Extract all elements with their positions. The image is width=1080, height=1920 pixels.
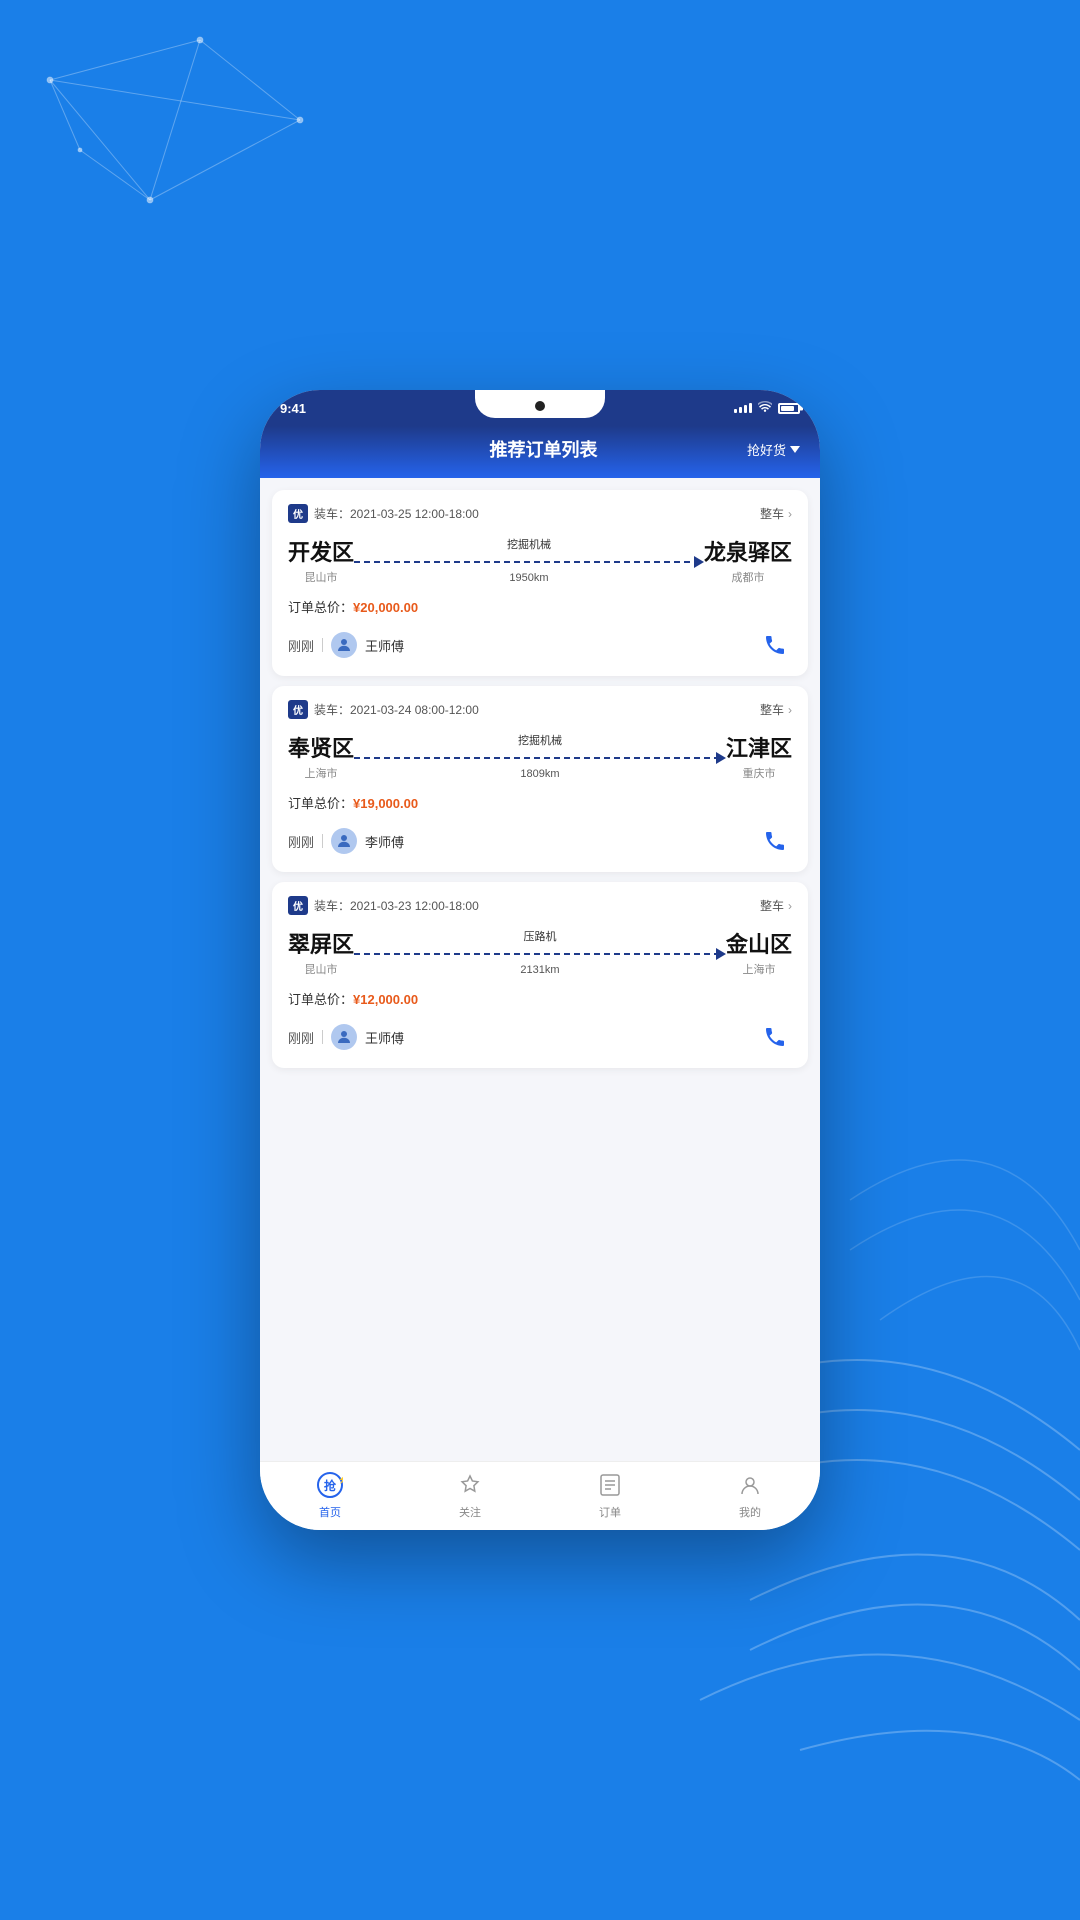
- wifi-icon: [758, 401, 772, 415]
- order-card[interactable]: 优 装车：2021-03-23 12:00-18:00 整车 › 翠屏区 昆山市…: [272, 882, 808, 1068]
- order-list[interactable]: 优 装车：2021-03-25 12:00-18:00 整车 › 开发区 昆山市…: [260, 478, 820, 1461]
- route-middle: 挖掘机械 1950km: [354, 536, 704, 584]
- order-card[interactable]: 优 装车：2021-03-24 08:00-12:00 整车 › 奉贤区 上海市…: [272, 686, 808, 872]
- route-section: 开发区 昆山市 挖掘机械 1950km 龙泉驿区 成都市: [288, 535, 792, 585]
- page-title: 推荐订单列表: [340, 436, 747, 462]
- nav-label-follow: 关注: [459, 1504, 481, 1520]
- nav-item-follow[interactable]: 关注: [400, 1470, 540, 1520]
- from-city: 开发区 昆山市: [288, 535, 354, 585]
- bottom-nav: 抢 ⚡ 首页 关注: [260, 1461, 820, 1530]
- driver-avatar: [331, 632, 357, 658]
- status-bar: 9:41: [260, 390, 820, 426]
- svg-text:抢: 抢: [324, 1478, 337, 1493]
- call-button[interactable]: [758, 628, 792, 662]
- svg-text:⚡: ⚡: [338, 1474, 343, 1484]
- driver-section: 刚刚 李师傅: [288, 824, 792, 858]
- signal-icon: [734, 403, 752, 413]
- nav-label-profile: 我的: [739, 1504, 761, 1520]
- order-type: 整车 ›: [760, 701, 792, 718]
- priority-badge: 优: [288, 700, 308, 719]
- phone-frame: 9:41: [260, 390, 820, 1530]
- driver-section: 刚刚 王师傅: [288, 628, 792, 662]
- card-date: 装车：2021-03-25 12:00-18:00: [314, 505, 479, 522]
- card-header: 优 装车：2021-03-25 12:00-18:00 整车 ›: [288, 504, 792, 523]
- priority-badge: 优: [288, 504, 308, 523]
- route-section: 奉贤区 上海市 挖掘机械 1809km 江津区 重庆市: [288, 731, 792, 781]
- star-icon: [455, 1470, 485, 1500]
- order-type: 整车 ›: [760, 897, 792, 914]
- from-city: 奉贤区 上海市: [288, 731, 354, 781]
- filter-button[interactable]: 抢好货: [747, 440, 800, 459]
- home-icon: 抢 ⚡: [315, 1470, 345, 1500]
- price-section: 订单总价：¥19,000.00: [288, 793, 792, 812]
- status-time: 9:41: [280, 401, 306, 416]
- nav-label-orders: 订单: [599, 1504, 621, 1520]
- route-section: 翠屏区 昆山市 压路机 2131km 金山区 上海市: [288, 927, 792, 977]
- order-card[interactable]: 优 装车：2021-03-25 12:00-18:00 整车 › 开发区 昆山市…: [272, 490, 808, 676]
- user-icon: [735, 1470, 765, 1500]
- battery-icon: [778, 403, 800, 414]
- card-header: 优 装车：2021-03-23 12:00-18:00 整车 ›: [288, 896, 792, 915]
- to-city: 金山区 上海市: [726, 927, 792, 977]
- price-section: 订单总价：¥20,000.00: [288, 597, 792, 616]
- nav-item-profile[interactable]: 我的: [680, 1470, 820, 1520]
- filter-icon: [790, 446, 800, 453]
- driver-section: 刚刚 王师傅: [288, 1020, 792, 1054]
- route-middle: 挖掘机械 1809km: [354, 732, 726, 780]
- app-header: 推荐订单列表 抢好货: [260, 426, 820, 478]
- list-icon: [595, 1470, 625, 1500]
- nav-label-home: 首页: [319, 1504, 341, 1520]
- from-city: 翠屏区 昆山市: [288, 927, 354, 977]
- nav-item-orders[interactable]: 订单: [540, 1470, 680, 1520]
- notch-camera: [535, 401, 545, 411]
- price-section: 订单总价：¥12,000.00: [288, 989, 792, 1008]
- card-date: 装车：2021-03-24 08:00-12:00: [314, 701, 479, 718]
- order-type: 整车 ›: [760, 505, 792, 522]
- priority-badge: 优: [288, 896, 308, 915]
- filter-label: 抢好货: [747, 440, 786, 459]
- driver-avatar: [331, 828, 357, 854]
- driver-avatar: [331, 1024, 357, 1050]
- call-button[interactable]: [758, 1020, 792, 1054]
- to-city: 龙泉驿区 成都市: [704, 535, 792, 585]
- card-header: 优 装车：2021-03-24 08:00-12:00 整车 ›: [288, 700, 792, 719]
- nav-item-home[interactable]: 抢 ⚡ 首页: [260, 1470, 400, 1520]
- notch: [475, 390, 605, 418]
- card-date: 装车：2021-03-23 12:00-18:00: [314, 897, 479, 914]
- call-button[interactable]: [758, 824, 792, 858]
- status-icons: [734, 401, 800, 415]
- route-middle: 压路机 2131km: [354, 928, 726, 976]
- to-city: 江津区 重庆市: [726, 731, 792, 781]
